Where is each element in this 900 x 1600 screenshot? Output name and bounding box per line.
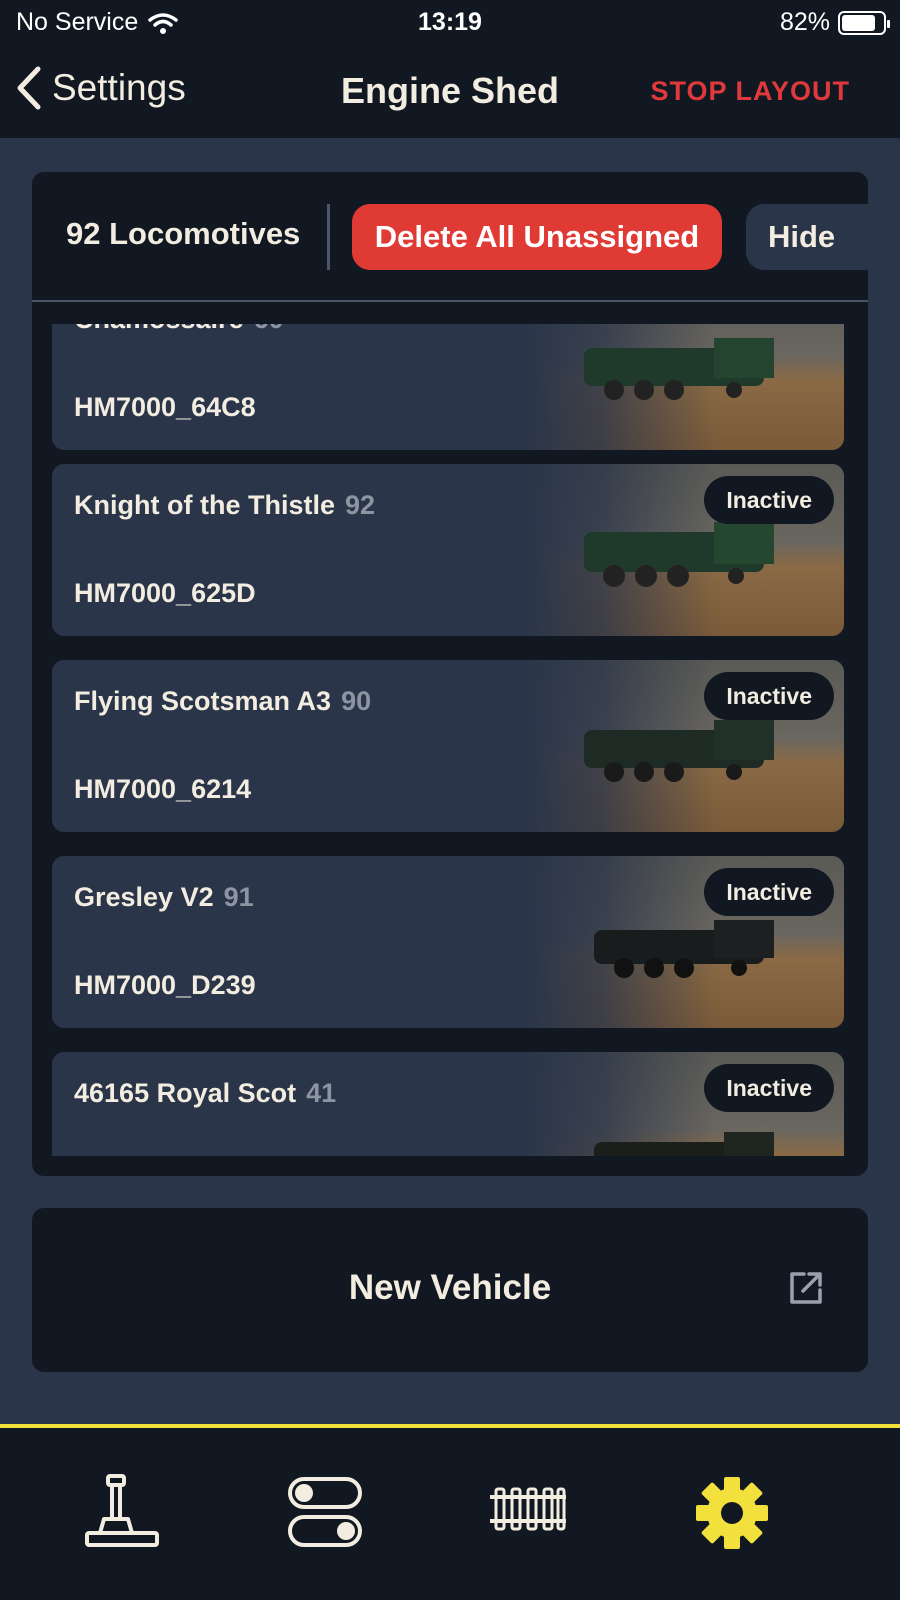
panel-header: 92 Locomotives Delete All Unassigned Hid… xyxy=(32,172,868,302)
status-badge: Inactive xyxy=(704,476,834,524)
locomotive-card[interactable]: Inactive 46165 Royal Scot 41 xyxy=(52,1052,844,1156)
tab-switches[interactable] xyxy=(276,1468,376,1558)
tab-settings[interactable] xyxy=(682,1468,782,1558)
tab-track[interactable] xyxy=(478,1468,578,1558)
locomotive-name-text: Knight of the Thistle xyxy=(74,490,335,520)
battery-icon xyxy=(838,10,890,35)
locomotive-decoder: HM7000_625D xyxy=(74,578,256,608)
stop-layout-button[interactable]: STOP LAYOUT xyxy=(650,76,850,107)
locomotive-card[interactable]: Chamossaire 60 HM7000_64C8 xyxy=(52,324,844,450)
locomotive-name: Gresley V2 91 xyxy=(74,882,254,913)
locomotive-list[interactable]: Chamossaire 60 HM7000_64C8 Inactive Knigh… xyxy=(52,324,848,1156)
locomotive-name: Chamossaire 60 xyxy=(74,324,284,335)
status-right: 82% xyxy=(779,8,890,37)
locomotive-panel: 92 Locomotives Delete All Unassigned Hid… xyxy=(32,172,868,1176)
locomotive-name-text: Gresley V2 xyxy=(74,882,214,912)
locomotive-number: 91 xyxy=(223,882,254,912)
locomotive-decoder: HM7000_64C8 xyxy=(74,392,256,422)
new-vehicle-button[interactable]: New Vehicle xyxy=(32,1208,868,1372)
locomotive-photo xyxy=(524,324,844,450)
back-button[interactable]: Settings xyxy=(16,66,186,110)
clock: 13:19 xyxy=(418,8,482,36)
battery-percent: 82% xyxy=(779,8,830,36)
status-badge: Inactive xyxy=(704,672,834,720)
header-divider xyxy=(327,204,330,270)
back-label: Settings xyxy=(52,67,186,108)
external-link-icon xyxy=(790,1272,822,1304)
tab-bar xyxy=(0,1424,900,1600)
locomotive-card[interactable]: Inactive Flying Scotsman A3 90 HM7000_621… xyxy=(52,660,844,832)
locomotive-name: Knight of the Thistle 92 xyxy=(74,490,375,521)
status-badge: Inactive xyxy=(704,868,834,916)
status-badge: Inactive xyxy=(704,1064,834,1112)
locomotive-name-text: 46165 Royal Scot xyxy=(74,1078,297,1108)
new-vehicle-label: New Vehicle xyxy=(348,1268,552,1307)
chevron-left-icon xyxy=(17,66,41,110)
navigation-bar: Settings Engine Shed STOP LAYOUT xyxy=(0,46,900,138)
locomotive-card[interactable]: Inactive Knight of the Thistle 92 HM7000_… xyxy=(52,464,844,636)
locomotive-decoder: HM7000_D239 xyxy=(74,970,256,1000)
delete-all-unassigned-button[interactable]: Delete All Unassigned xyxy=(352,204,722,270)
locomotive-count: 92 Locomotives xyxy=(66,216,301,251)
locomotive-name: 46165 Royal Scot 41 xyxy=(74,1078,336,1109)
locomotive-number: 60 xyxy=(254,324,284,334)
joystick-icon xyxy=(85,1474,159,1547)
locomotive-name: Flying Scotsman A3 90 xyxy=(74,686,371,717)
locomotive-number: 41 xyxy=(306,1078,337,1108)
track-icon xyxy=(490,1487,566,1531)
status-bar: No Service 13:19 82% xyxy=(0,0,900,46)
tab-controller[interactable] xyxy=(72,1468,172,1558)
gear-icon xyxy=(696,1477,768,1549)
hide-button[interactable]: Hide xyxy=(746,204,868,270)
locomotive-decoder: HM7000_6214 xyxy=(74,774,252,804)
toggles-icon xyxy=(288,1477,362,1547)
locomotive-card[interactable]: Inactive Gresley V2 91 HM7000_D239 xyxy=(52,856,844,1028)
locomotive-number: 90 xyxy=(341,686,372,716)
locomotive-number: 92 xyxy=(344,490,376,520)
locomotive-name-text: Flying Scotsman A3 xyxy=(74,686,332,716)
locomotive-name-text: Chamossaire xyxy=(74,324,244,334)
